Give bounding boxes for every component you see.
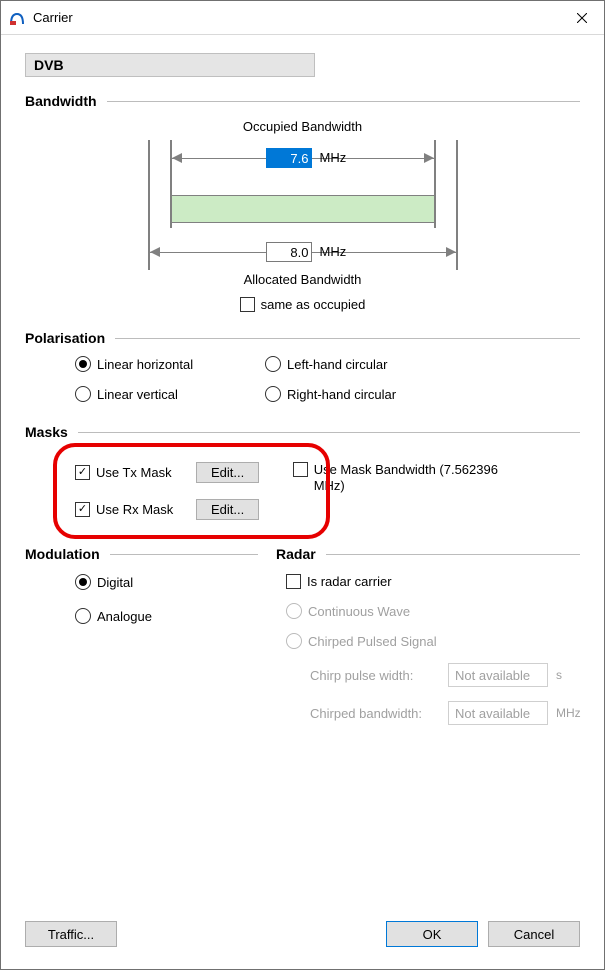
titlebar: Carrier [1, 1, 604, 35]
modulation-digital-label: Digital [97, 575, 133, 590]
modulation-analogue-radio[interactable] [75, 608, 91, 624]
bandwidth-diagram: Occupied Bandwidth MHz [25, 117, 580, 312]
polarisation-linear-horizontal-radio[interactable] [75, 356, 91, 372]
chirp-width-unit: s [556, 668, 580, 682]
bandwidth-bar [171, 195, 435, 223]
edit-rx-mask-button[interactable]: Edit... [196, 499, 259, 520]
dialog-footer: Traffic... OK Cancel [1, 921, 604, 969]
app-icon [9, 10, 25, 26]
same-as-occupied-checkbox[interactable]: ✓ [240, 297, 255, 312]
cancel-button[interactable]: Cancel [488, 921, 580, 947]
polarisation-right-circular-radio[interactable] [265, 386, 281, 402]
occupied-bandwidth-input[interactable] [266, 148, 312, 168]
radar-label: Radar [276, 546, 316, 562]
polarisation-rc-label: Right-hand circular [287, 387, 396, 402]
modulation-label: Modulation [25, 546, 100, 562]
use-mask-bandwidth-checkbox[interactable]: ✓ [293, 462, 307, 477]
carrier-name-banner: DVB [25, 53, 315, 77]
polarisation-label: Polarisation [25, 330, 105, 346]
radar-header: Radar [276, 546, 580, 562]
chirp-width-label: Chirp pulse width: [310, 668, 440, 683]
chirped-bw-label: Chirped bandwidth: [310, 706, 440, 721]
close-icon [577, 13, 587, 23]
modulation-header: Modulation [25, 546, 258, 562]
occupied-unit: MHz [320, 150, 347, 165]
use-rx-mask-checkbox[interactable]: ✓ [75, 502, 90, 517]
polarisation-linear-vertical-radio[interactable] [75, 386, 91, 402]
masks-header: Masks [25, 424, 580, 440]
use-mask-bandwidth-label: Use Mask Bandwidth (7.562396 MHz) [314, 462, 524, 495]
polarisation-left-circular-radio[interactable] [265, 356, 281, 372]
chirped-bw-value: Not available [448, 701, 548, 725]
traffic-button[interactable]: Traffic... [25, 921, 117, 947]
polarisation-header: Polarisation [25, 330, 580, 346]
dialog-content: DVB Bandwidth Occupied Bandwidth MHz [1, 35, 604, 921]
radar-cw-label: Continuous Wave [308, 604, 410, 619]
window-title: Carrier [33, 10, 73, 25]
close-button[interactable] [559, 1, 604, 34]
edit-tx-mask-button[interactable]: Edit... [196, 462, 259, 483]
radar-cps-label: Chirped Pulsed Signal [308, 634, 437, 649]
polarisation-options: Linear horizontal Left-hand circular Lin… [75, 356, 580, 402]
polarisation-lc-label: Left-hand circular [287, 357, 387, 372]
same-as-occupied-label: same as occupied [261, 297, 366, 312]
allocated-bandwidth-input[interactable] [266, 242, 312, 262]
bandwidth-header: Bandwidth [25, 93, 580, 109]
use-tx-mask-checkbox[interactable]: ✓ [75, 465, 90, 480]
chirped-bw-unit: MHz [556, 706, 580, 720]
use-tx-mask-label: Use Tx Mask [96, 465, 196, 480]
ok-button[interactable]: OK [386, 921, 478, 947]
allocated-unit: MHz [320, 244, 347, 259]
masks-label: Masks [25, 424, 68, 440]
masks-body: ✓ Use Tx Mask Edit... ✓ Use Rx Mask Edit… [25, 448, 580, 528]
polarisation-lv-label: Linear vertical [97, 387, 178, 402]
bandwidth-label: Bandwidth [25, 93, 97, 109]
chirp-width-value: Not available [448, 663, 548, 687]
modulation-analogue-label: Analogue [97, 609, 152, 624]
occupied-caption: Occupied Bandwidth [243, 119, 362, 134]
radar-chirped-pulsed-radio [286, 633, 302, 649]
modulation-digital-radio[interactable] [75, 574, 91, 590]
is-radar-label: Is radar carrier [307, 574, 392, 589]
allocated-caption: Allocated Bandwidth [244, 272, 362, 287]
use-rx-mask-label: Use Rx Mask [96, 502, 196, 517]
carrier-dialog: Carrier DVB Bandwidth Occupied Bandwidth [0, 0, 605, 970]
is-radar-checkbox[interactable]: ✓ [286, 574, 301, 589]
polarisation-lh-label: Linear horizontal [97, 357, 193, 372]
radar-continuous-wave-radio [286, 603, 302, 619]
